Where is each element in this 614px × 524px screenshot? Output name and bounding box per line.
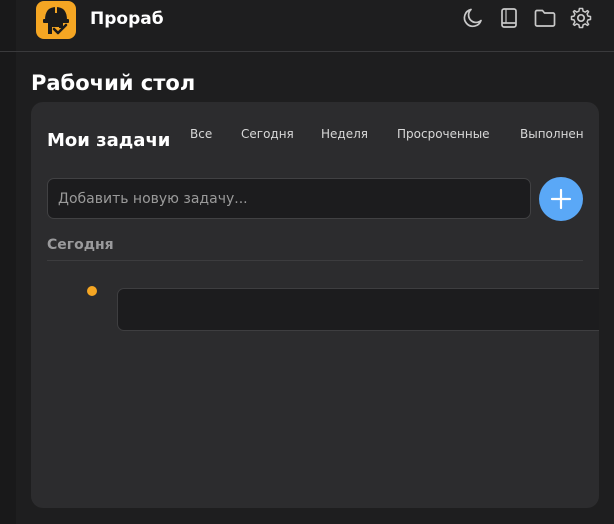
new-task-input[interactable] <box>47 178 531 219</box>
helmet-check-icon <box>43 7 69 35</box>
left-strip <box>0 0 16 524</box>
page-title: Рабочий стол <box>31 71 196 95</box>
add-task-button[interactable] <box>539 177 583 221</box>
filter-tab-week[interactable]: Неделя <box>321 127 368 141</box>
tasks-card: Мои задачи Все Сегодня Неделя Просроченн… <box>31 102 599 508</box>
filter-tab-completed[interactable]: Выполнен <box>520 127 584 141</box>
moon-icon[interactable] <box>461 6 485 30</box>
plus-icon <box>550 188 572 210</box>
top-bar: Прораб <box>0 0 614 52</box>
app-title: Прораб <box>90 9 164 29</box>
task-status-dot <box>87 286 97 296</box>
folder-icon[interactable] <box>533 6 557 30</box>
app-logo[interactable] <box>36 1 76 39</box>
filter-tab-overdue[interactable]: Просроченные <box>397 127 490 141</box>
filter-tab-today[interactable]: Сегодня <box>241 127 294 141</box>
filter-tab-all[interactable]: Все <box>190 127 212 141</box>
task-item[interactable] <box>117 288 599 331</box>
tasks-title: Мои задачи <box>47 130 171 151</box>
section-divider <box>47 260 583 261</box>
gear-icon[interactable] <box>569 6 593 30</box>
book-icon[interactable] <box>497 6 521 30</box>
section-heading-today: Сегодня <box>47 237 114 253</box>
